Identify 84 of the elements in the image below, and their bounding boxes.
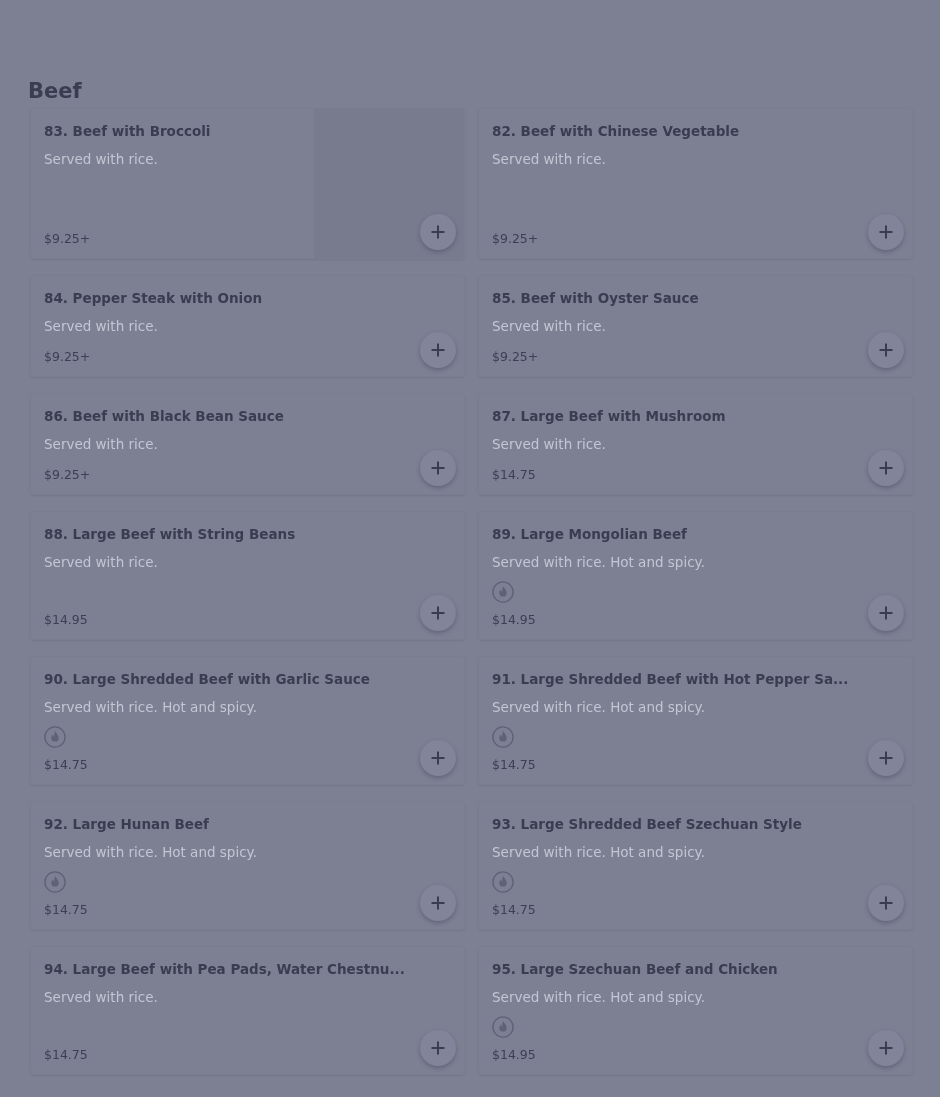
item-name: 83. Beef with Broccoli — [44, 122, 212, 140]
add-button[interactable] — [420, 450, 456, 486]
item-description: Served with rice. — [44, 150, 159, 168]
item-name: 84. Pepper Steak with Onion — [44, 289, 264, 307]
plus-icon — [430, 1040, 446, 1056]
item-price: $14.75 — [44, 756, 89, 774]
item-price: $14.95 — [492, 611, 537, 629]
add-button[interactable] — [420, 885, 456, 921]
item-price: $14.75 — [44, 901, 89, 919]
menu-item-card[interactable]: 88. Large Beef with String Beans Served with rice. $14.95 — [30, 511, 465, 640]
add-button[interactable] — [868, 332, 904, 368]
item-name: 89. Large Mongolian Beef — [492, 525, 688, 543]
item-description: Served with rice. — [492, 150, 607, 168]
add-button[interactable] — [868, 740, 904, 776]
item-price: $14.75 — [492, 901, 537, 919]
item-price: $9.25+ — [492, 230, 540, 248]
item-price: $14.75 — [44, 1046, 89, 1064]
menu-item-card[interactable]: 85. Beef with Oyster Sauce Served with rice. $9.25+ — [478, 275, 913, 377]
menu-item-card[interactable]: 92. Large Hunan Beef Served with rice. Hot and spicy. $14.75 — [30, 801, 465, 930]
item-name: 88. Large Beef with String Beans — [44, 525, 297, 543]
menu-item-card[interactable]: 90. Large Shredded Beef with Garlic Sauce Served with rice. Hot and spicy. $14.75 — [30, 656, 465, 785]
item-description: Served with rice. — [44, 317, 159, 335]
menu-item-card[interactable]: 84. Pepper Steak with Onion Served with rice. $9.25+ — [30, 275, 465, 377]
menu-item-card[interactable]: 95. Large Szechuan Beef and Chicken Served with rice. Hot and spicy. $14.95 — [478, 946, 913, 1075]
item-price: $9.25+ — [44, 348, 92, 366]
menu-item-card[interactable]: 94. Large Beef with Pea Pads, Water Chestnu... Served with rice. $14.75 — [30, 946, 465, 1075]
item-description: Served with rice. Hot and spicy. — [44, 698, 258, 716]
item-description: Served with rice. Hot and spicy. — [492, 553, 706, 571]
item-name: 85. Beef with Oyster Sauce — [492, 289, 700, 307]
menu-item-card[interactable]: 87. Large Beef with Mushroom Served with rice. $14.75 — [478, 393, 913, 495]
plus-icon — [878, 605, 894, 621]
item-description: Served with rice. Hot and spicy. — [492, 843, 706, 861]
item-price: $14.75 — [492, 466, 537, 484]
plus-icon — [878, 1040, 894, 1056]
add-button[interactable] — [868, 1030, 904, 1066]
item-description: Served with rice. — [492, 435, 607, 453]
item-name: 92. Large Hunan Beef — [44, 815, 210, 833]
menu-item-card[interactable]: 83. Beef with Broccoli Served with rice. $9.25+ — [30, 108, 465, 259]
add-button[interactable] — [420, 1030, 456, 1066]
add-button[interactable] — [420, 332, 456, 368]
item-name: 82. Beef with Chinese Vegetable — [492, 122, 741, 140]
plus-icon — [878, 224, 894, 240]
item-description: Served with rice. Hot and spicy. — [492, 698, 706, 716]
menu-item-card[interactable]: 91. Large Shredded Beef with Hot Pepper Sa... Served with rice. Hot and spicy. $14.75 — [478, 656, 913, 785]
plus-icon — [878, 750, 894, 766]
plus-icon — [430, 342, 446, 358]
item-price: $9.25+ — [44, 466, 92, 484]
item-price: $14.95 — [492, 1046, 537, 1064]
plus-icon — [430, 460, 446, 476]
item-name: 90. Large Shredded Beef with Garlic Sauce — [44, 670, 371, 688]
plus-icon — [430, 750, 446, 766]
item-price: $9.25+ — [492, 348, 540, 366]
item-description: Served with rice. — [44, 435, 159, 453]
item-name: 86. Beef with Black Bean Sauce — [44, 407, 285, 425]
menu-item-card[interactable]: 93. Large Shredded Beef Szechuan Style Served with rice. Hot and spicy. $14.75 — [478, 801, 913, 930]
plus-icon — [878, 342, 894, 358]
item-description: Served with rice. Hot and spicy. — [44, 843, 258, 861]
menu-item-card[interactable]: 86. Beef with Black Bean Sauce Served with rice. $9.25+ — [30, 393, 465, 495]
add-button[interactable] — [868, 450, 904, 486]
item-price: $9.25+ — [44, 230, 92, 248]
item-name: 93. Large Shredded Beef Szechuan Style — [492, 815, 803, 833]
item-name: 91. Large Shredded Beef with Hot Pepper Sa... — [492, 670, 850, 688]
add-button[interactable] — [420, 740, 456, 776]
item-price: $14.75 — [492, 756, 537, 774]
plus-icon — [878, 895, 894, 911]
item-price: $14.95 — [44, 611, 89, 629]
item-description: Served with rice. — [44, 553, 159, 571]
add-button[interactable] — [868, 595, 904, 631]
menu-item-card[interactable]: 82. Beef with Chinese Vegetable Served with rice. $9.25+ — [478, 108, 913, 259]
plus-icon — [430, 895, 446, 911]
item-name: 94. Large Beef with Pea Pads, Water Chestnu... — [44, 960, 406, 978]
item-name: 87. Large Beef with Mushroom — [492, 407, 727, 425]
plus-icon — [430, 605, 446, 621]
add-button[interactable] — [420, 595, 456, 631]
plus-icon — [878, 460, 894, 476]
item-description: Served with rice. — [44, 988, 159, 1006]
add-button[interactable] — [868, 885, 904, 921]
add-button[interactable] — [868, 214, 904, 250]
item-name: 95. Large Szechuan Beef and Chicken — [492, 960, 779, 978]
menu-item-card[interactable]: 89. Large Mongolian Beef Served with rice. Hot and spicy. $14.95 — [478, 511, 913, 640]
item-description: Served with rice. — [492, 317, 607, 335]
item-description: Served with rice. Hot and spicy. — [492, 988, 706, 1006]
plus-icon — [430, 224, 446, 240]
section-heading: Beef — [28, 78, 83, 105]
